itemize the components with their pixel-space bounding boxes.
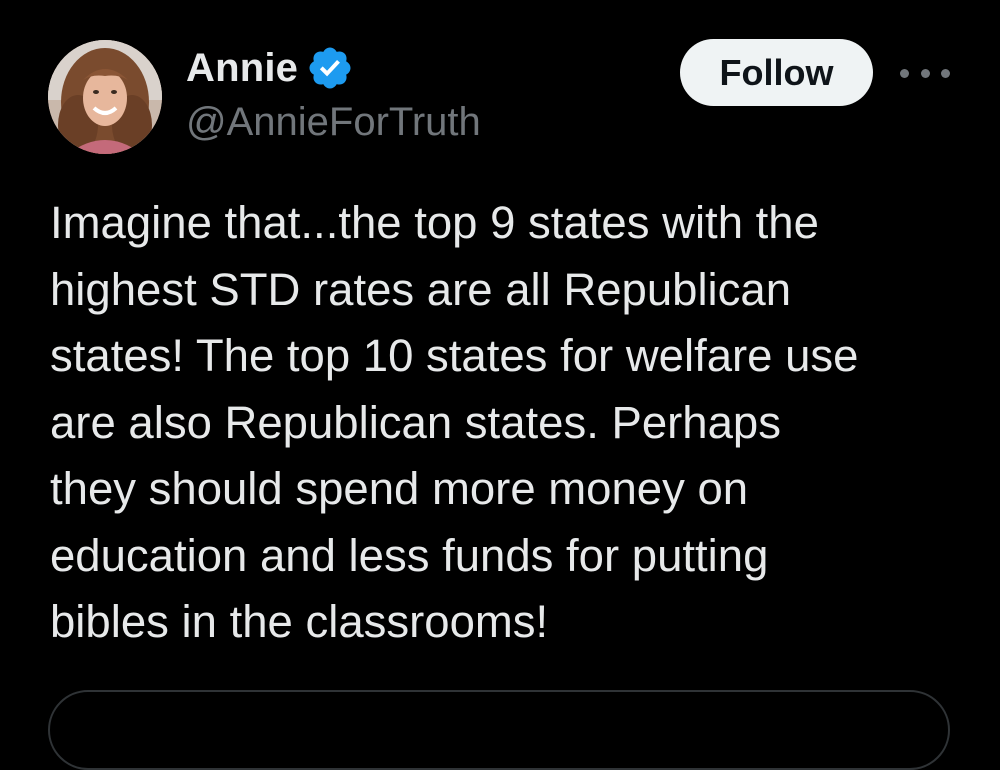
verified-badge-icon[interactable] (306, 44, 354, 92)
dot (900, 68, 909, 78)
profile-photo-icon (48, 40, 162, 154)
more-options-icon[interactable] (900, 58, 950, 88)
dot (920, 68, 930, 78)
author-display-name[interactable]: Annie (186, 46, 298, 91)
follow-button[interactable]: Follow (680, 39, 873, 106)
author-name-row: Annie (186, 42, 354, 94)
avatar[interactable] (48, 40, 162, 154)
tweet-container: Annie @AnnieForTruth Follow Imagine that… (0, 0, 1000, 770)
author-handle[interactable]: @AnnieForTruth (186, 100, 481, 145)
tweet-text: Imagine that...the top 9 states with the… (50, 197, 859, 647)
dot (941, 68, 950, 78)
embedded-card[interactable] (48, 690, 950, 770)
